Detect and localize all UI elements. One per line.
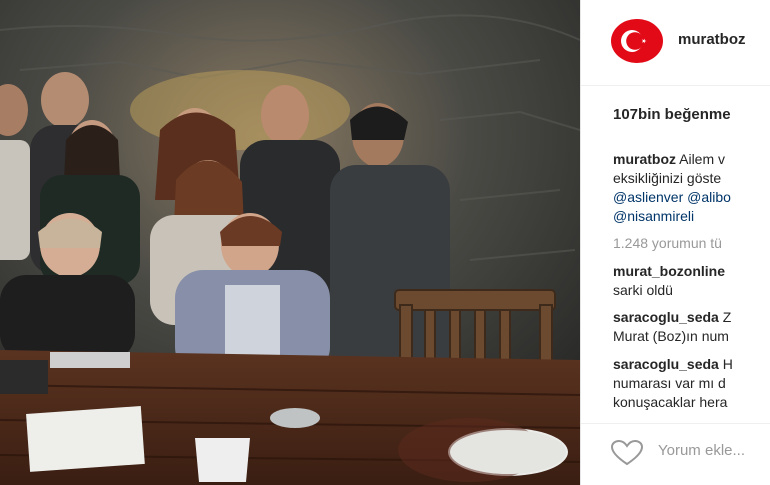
family-photo <box>0 0 580 485</box>
view-all-comments-link[interactable]: 1.248 yorumun tü <box>613 234 722 252</box>
caption-username[interactable]: muratboz <box>613 151 676 167</box>
caption-text-1: Ailem v <box>679 151 726 167</box>
header-username[interactable]: muratboz <box>678 31 746 48</box>
comment-text: sarki oldü <box>613 282 673 298</box>
caption-text-2: eksikliğinizi göste <box>613 170 722 186</box>
comment-text-start: H <box>722 356 733 372</box>
add-comment-input[interactable]: Yorum ekle... <box>658 442 745 459</box>
post-header: muratboz <box>581 0 770 85</box>
comment-username[interactable]: murat_bozonline <box>613 263 725 279</box>
comment-text-start: Z <box>722 309 732 325</box>
comment-username[interactable]: saracoglu_seda <box>613 356 719 372</box>
comment-user: saracoglu_seda Z <box>613 308 731 326</box>
likes-count[interactable]: 107bin beğenme <box>613 106 731 123</box>
turkish-flag-avatar[interactable] <box>611 19 663 63</box>
caption-line: muratboz Ailem v <box>613 150 725 168</box>
heart-icon[interactable] <box>611 440 643 466</box>
caption-mentions-2[interactable]: @nisanmireli <box>613 207 694 225</box>
comment-username[interactable]: saracoglu_seda <box>613 309 719 325</box>
caption-mentions-1[interactable]: @aslienver @alibo <box>613 188 731 206</box>
footer-separator <box>581 423 770 424</box>
comment-text: konuşacaklar hera <box>613 394 728 410</box>
comment-user: murat_bozonline <box>613 262 725 280</box>
post-photo[interactable] <box>0 0 580 485</box>
comment-user: saracoglu_seda H <box>613 355 733 373</box>
header-separator <box>581 85 770 86</box>
post-sidebar: muratboz 107bin beğenme muratboz Ailem v… <box>581 0 770 485</box>
comment-text: numarası var mı d <box>613 375 726 391</box>
comment-text: Murat (Boz)ın num <box>613 328 729 344</box>
